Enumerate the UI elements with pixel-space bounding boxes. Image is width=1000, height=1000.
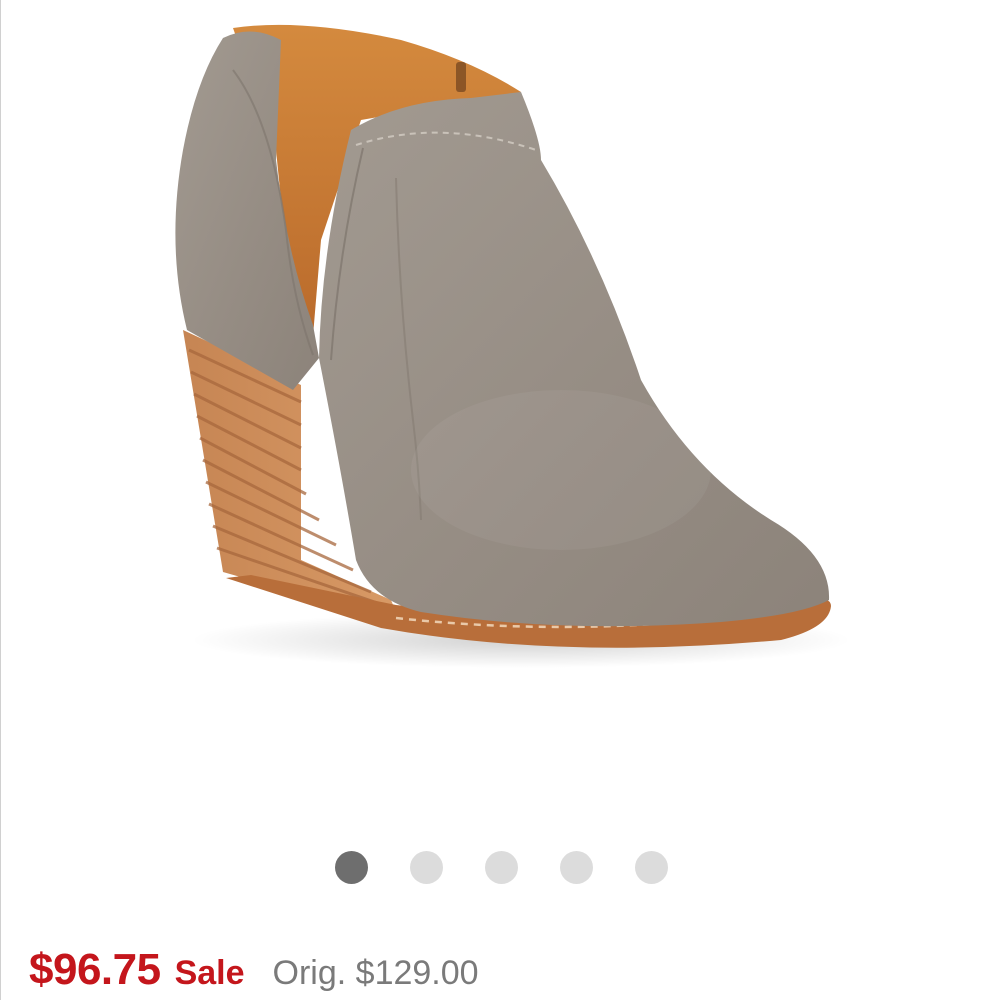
original-price: Orig. $129.00 xyxy=(272,954,479,992)
price-row: $96.75 Sale Orig. $129.00 xyxy=(29,945,479,1000)
product-image[interactable] xyxy=(1,0,1000,820)
carousel-dot-4[interactable] xyxy=(560,851,593,884)
image-carousel-indicator xyxy=(335,851,668,884)
sale-label: Sale xyxy=(174,954,245,992)
sale-price: $96.75 xyxy=(29,945,161,994)
product-detail-screen: $96.75 Sale Orig. $129.00 xyxy=(0,0,1000,1000)
carousel-dot-2[interactable] xyxy=(410,851,443,884)
carousel-dot-5[interactable] xyxy=(635,851,668,884)
carousel-dot-3[interactable] xyxy=(485,851,518,884)
carousel-dot-1[interactable] xyxy=(335,851,368,884)
